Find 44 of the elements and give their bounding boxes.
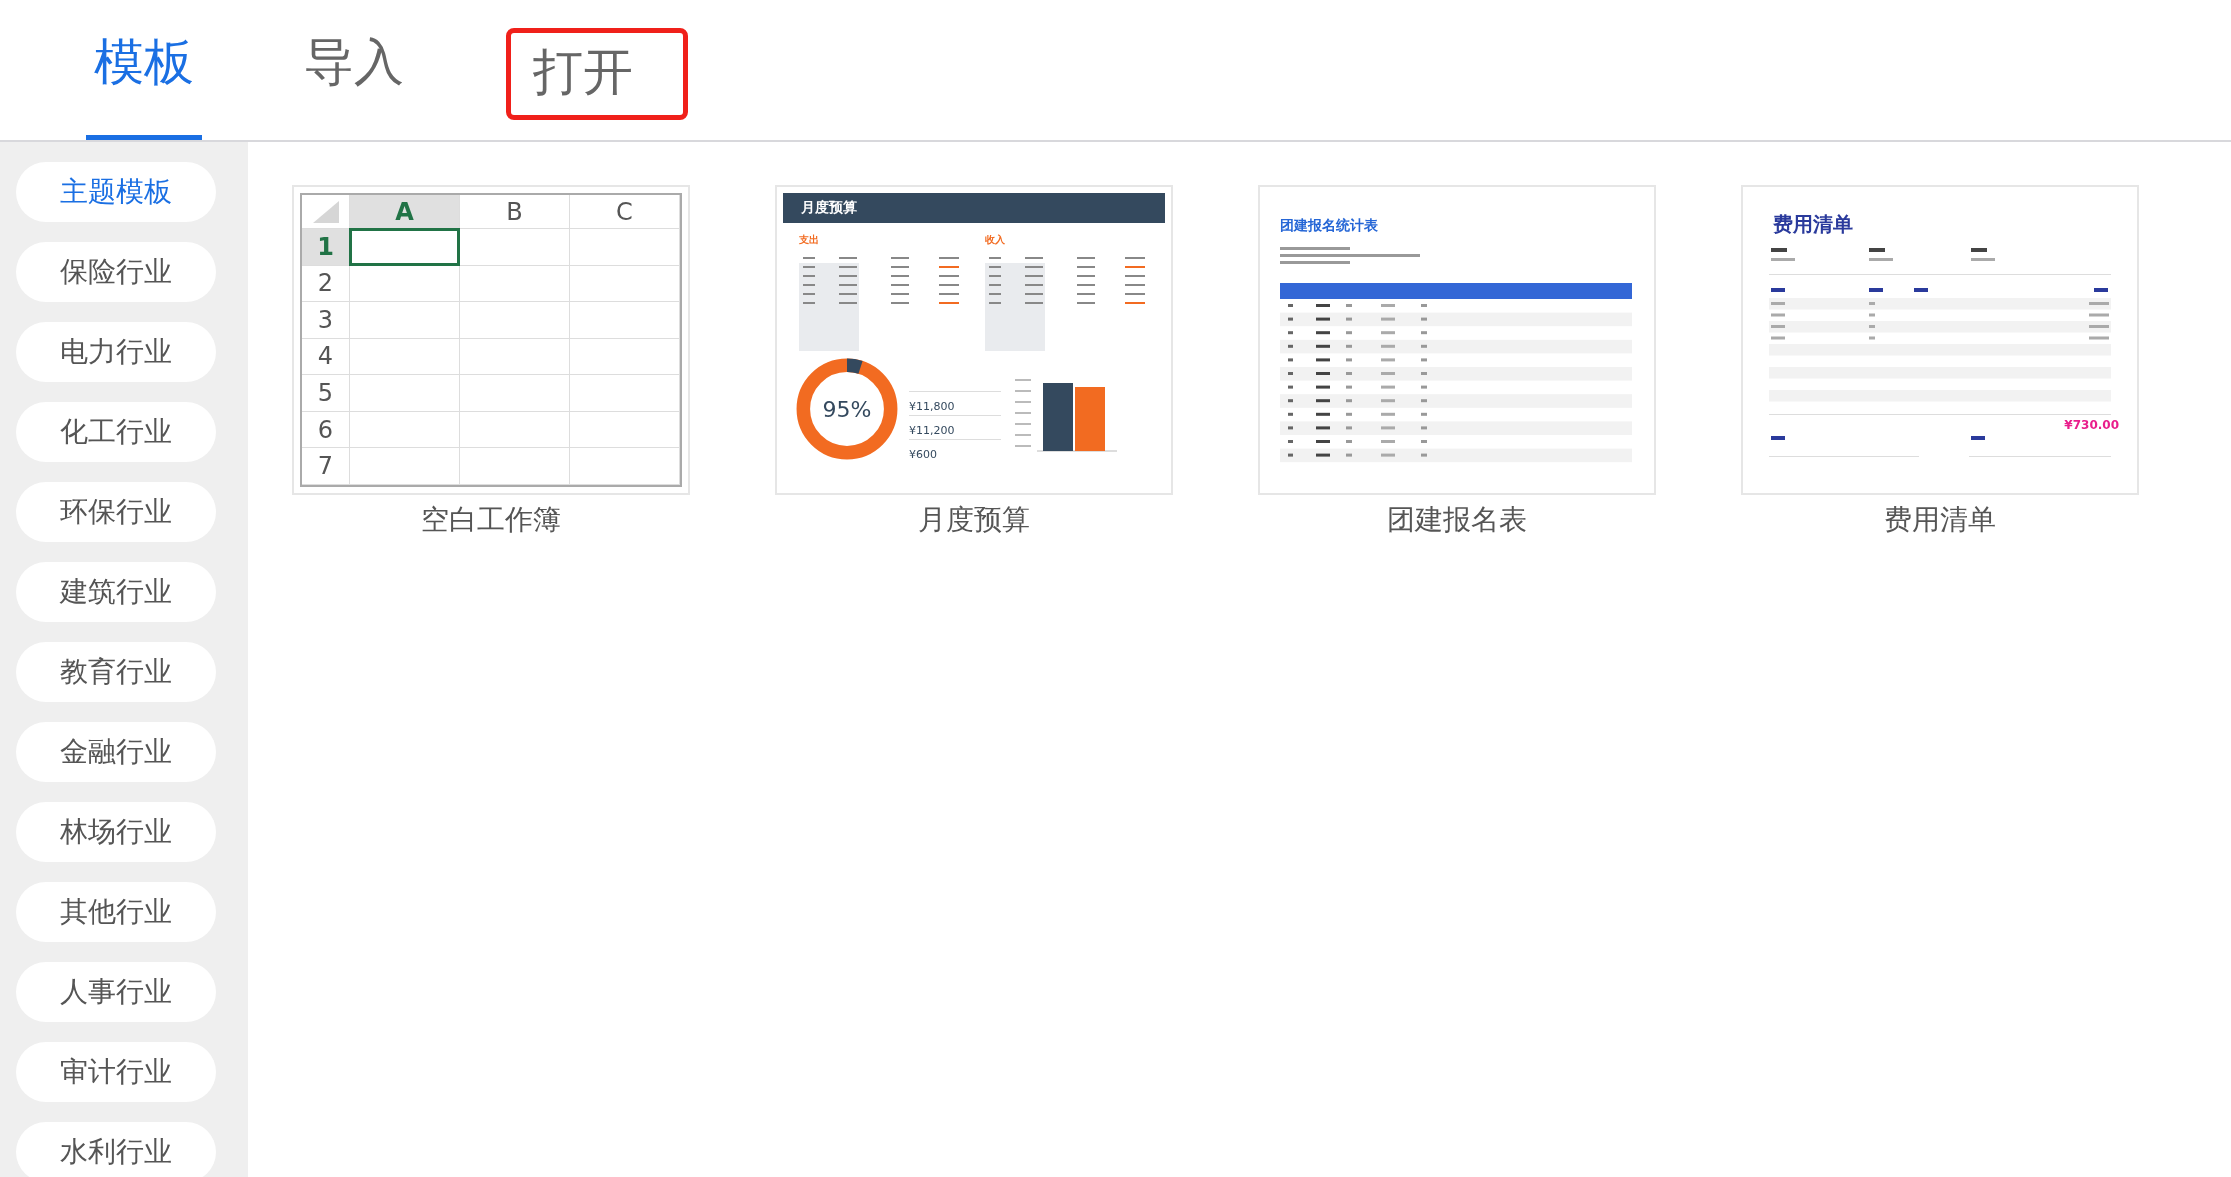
template-preview[interactable]: 团建报名统计表	[1258, 185, 1656, 495]
category-item[interactable]: 金融行业	[16, 722, 216, 782]
amount-value: ¥11,200	[909, 415, 1001, 437]
row-header: 2	[302, 265, 350, 303]
category-item[interactable]: 林场行业	[16, 802, 216, 862]
template-caption: 团建报名表	[1387, 502, 1527, 538]
template-caption: 月度预算	[918, 502, 1030, 538]
template-preview[interactable]: A B C 1 2 3 4 5 6 7	[292, 185, 690, 495]
template-caption: 费用清单	[1884, 502, 1996, 538]
category-item[interactable]: 保险行业	[16, 242, 216, 302]
category-item[interactable]: 环保行业	[16, 482, 216, 542]
preview-title: 月度预算	[801, 199, 857, 217]
category-item[interactable]: 主题模板	[16, 162, 216, 222]
template-preview[interactable]: 费用清单 ¥730.00	[1741, 185, 2139, 495]
category-item[interactable]: 其他行业	[16, 882, 216, 942]
percent-label: 95%	[822, 396, 872, 422]
template-caption: 空白工作簿	[421, 502, 561, 538]
row-header: 6	[302, 411, 350, 449]
row-header: 1	[302, 229, 350, 266]
tab[interactable]: 导入	[296, 0, 412, 140]
category-item[interactable]: 水利行业	[16, 1122, 216, 1177]
preview-title: 团建报名统计表	[1280, 217, 1379, 235]
row-header: 4	[302, 338, 350, 376]
amount-value: ¥11,800	[909, 391, 1001, 413]
column-header: A	[350, 195, 460, 229]
category-item[interactable]: 电力行业	[16, 322, 216, 382]
category-item[interactable]: 建筑行业	[16, 562, 216, 622]
tab[interactable]: 打开	[506, 28, 688, 120]
section-title: 收入	[985, 233, 1006, 247]
row-header: 3	[302, 302, 350, 339]
category-item[interactable]: 审计行业	[16, 1042, 216, 1102]
row-header: 5	[302, 375, 350, 412]
column-header: C	[570, 195, 680, 229]
template-preview[interactable]: 月度预算 支出 收入 95% ¥11,800 ¥11,200 ¥600	[775, 185, 1173, 495]
row-header: 7	[302, 448, 350, 485]
preview-title: 费用清单	[1773, 211, 1854, 238]
total-amount: ¥730.00	[2064, 418, 2119, 432]
category-item[interactable]: 人事行业	[16, 962, 216, 1022]
section-title: 支出	[799, 233, 820, 247]
corner-triangle-icon	[312, 200, 339, 223]
category-item[interactable]: 教育行业	[16, 642, 216, 702]
category-item[interactable]: 化工行业	[16, 402, 216, 462]
amount-value: ¥600	[909, 439, 1001, 461]
column-header: B	[460, 195, 570, 229]
